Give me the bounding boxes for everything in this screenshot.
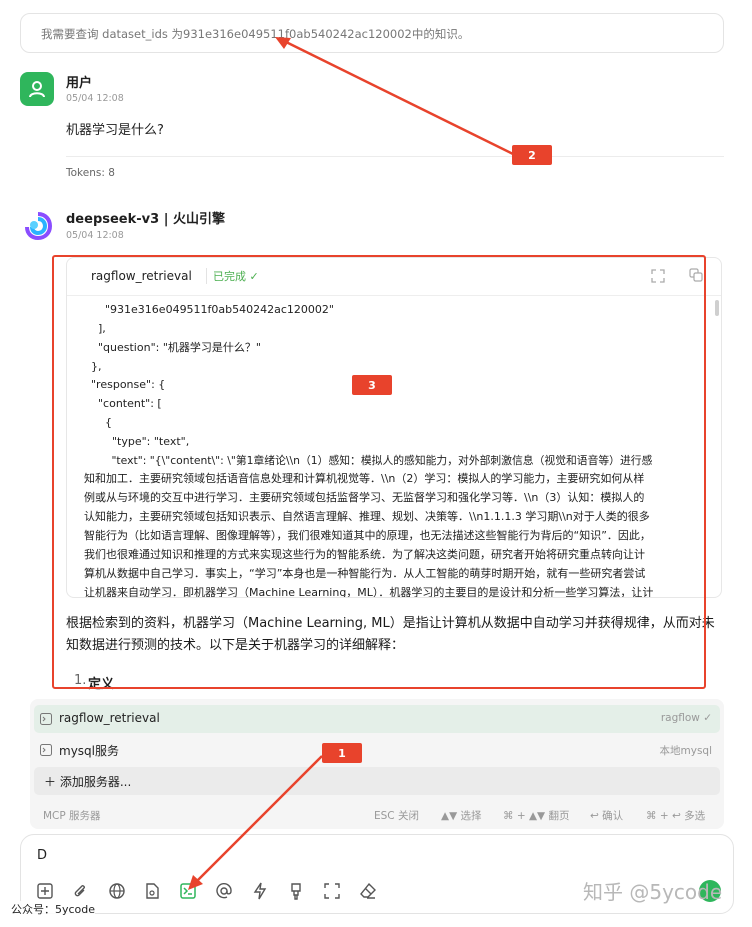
token-count: Tokens: 8 xyxy=(66,167,115,179)
mcp-server-icon[interactable] xyxy=(179,882,197,900)
eraser-icon[interactable] xyxy=(359,882,377,900)
knowledge-base-icon[interactable] xyxy=(143,882,161,900)
add-server-label: ＋ 添加服务器... xyxy=(44,775,132,789)
mcp-item-label: ragflow_retrieval xyxy=(59,711,160,725)
annotation-badge-3: 3 xyxy=(352,375,392,395)
server-icon xyxy=(40,713,52,725)
annotation-box xyxy=(52,255,706,689)
add-server-item[interactable]: ＋ 添加服务器... xyxy=(34,767,720,795)
hint-confirm: ↩ 确认 xyxy=(590,810,624,822)
quick-phrase-icon[interactable] xyxy=(251,882,269,900)
watermark: 知乎 @5ycode xyxy=(583,880,723,904)
model-timestamp: 05/04 12:08 xyxy=(66,230,124,241)
system-message: 我需要查询 dataset_ids 为931e316e049511f0ab540… xyxy=(20,13,724,53)
hint-select: ▲▼ 选择 xyxy=(441,810,482,822)
attachment-icon[interactable] xyxy=(71,882,89,900)
mcp-item-ragflow[interactable]: ragflow_retrieval ragflow ✓ xyxy=(34,705,720,733)
new-topic-icon[interactable] xyxy=(36,882,54,900)
mention-icon[interactable] xyxy=(215,882,233,900)
system-message-text: 我需要查询 dataset_ids 为931e316e049511f0ab540… xyxy=(41,27,470,41)
web-search-icon[interactable] xyxy=(108,882,126,900)
clear-format-icon[interactable] xyxy=(287,882,305,900)
expand-icon[interactable] xyxy=(323,882,341,900)
user-message-text: 机器学习是什么? xyxy=(66,123,164,138)
server-icon xyxy=(40,744,52,756)
hint-close: ESC 关闭 xyxy=(374,810,419,822)
mcp-item-mysql[interactable]: mysql服务 本地mysql xyxy=(34,736,720,764)
user-avatar xyxy=(20,72,54,106)
mcp-server-popup: ragflow_retrieval ragflow ✓ mysql服务 本地my… xyxy=(30,699,724,829)
user-icon xyxy=(29,81,45,98)
chat-input-field[interactable]: D xyxy=(37,848,47,863)
mcp-item-meta: ragflow ✓ xyxy=(660,712,712,724)
model-logo-icon xyxy=(25,212,52,240)
annotation-badge-1: 1 xyxy=(322,743,362,763)
user-name: 用户 xyxy=(66,76,93,91)
user-timestamp: 05/04 12:08 xyxy=(66,93,124,104)
hint-multi-select: ⌘ + ↩ 多选 xyxy=(646,810,706,822)
mcp-footer-title: MCP 服务器 xyxy=(43,810,101,822)
annotation-badge-2: 2 xyxy=(512,145,552,165)
message-divider xyxy=(66,156,724,157)
hint-page: ⌘ + ▲▼ 翻页 xyxy=(503,810,570,822)
mcp-item-meta: 本地mysql xyxy=(659,745,713,757)
footer-label: 公众号：5ycode xyxy=(11,901,96,917)
mcp-item-label: mysql服务 xyxy=(59,744,119,758)
scrollbar-thumb[interactable] xyxy=(715,300,719,316)
model-name: deepseek-v3 | 火山引擎 xyxy=(66,212,225,227)
